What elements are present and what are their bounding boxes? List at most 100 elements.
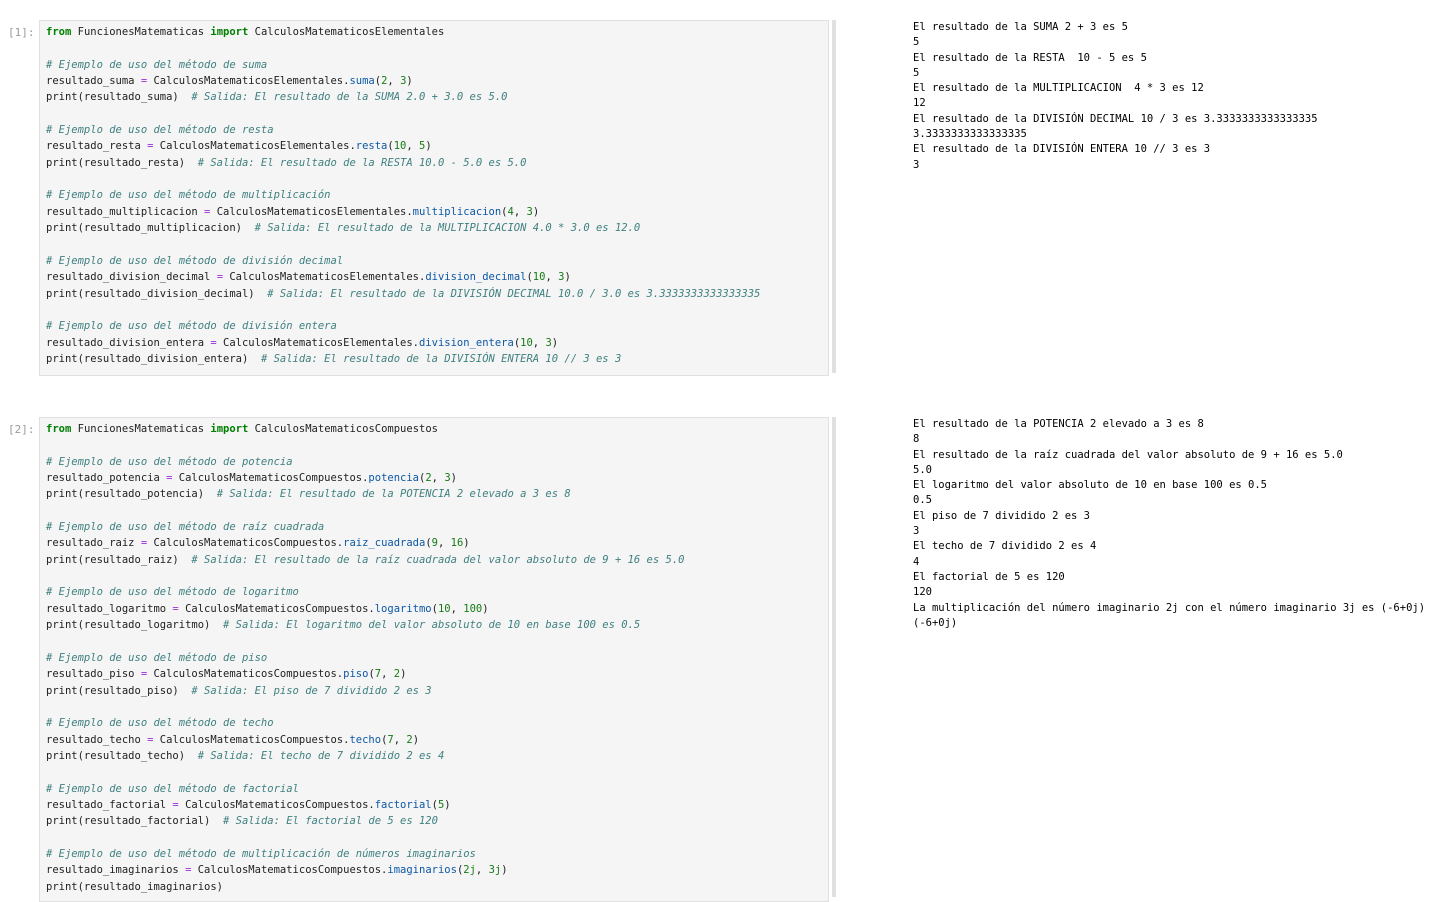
variable-name: resultado_division_entera [46, 336, 205, 349]
code-comment-line: # Ejemplo de uso del método de multiplic… [40, 187, 828, 203]
code-comment-line: # Ejemplo de uso del método de logaritmo [40, 584, 828, 600]
class-ref: CalculosMatematicosCompuestos. [197, 864, 388, 877]
print-comment: # Salida: El resultado de la SUMA 2.0 + … [178, 91, 508, 104]
code-editor[interactable]: from FuncionesMatematicas import Calculo… [39, 20, 829, 376]
arg-2: 2 [393, 668, 401, 681]
print-call: print(resultado_logaritmo) [46, 619, 211, 632]
output-line: El resultado de la DIVISIÓN DECIMAL 10 /… [913, 112, 1318, 125]
code-comment-line: # Ejemplo de uso del método de resta [40, 122, 828, 138]
output-line: 3 [913, 158, 920, 171]
code-print-line: print(resultado_piso) # Salida: El piso … [40, 683, 828, 699]
print-call: print(resultado_division_entera) [46, 352, 249, 365]
variable-name: resultado_factorial [46, 798, 167, 811]
code-comment-line: # Ejemplo de uso del método de suma [40, 57, 828, 73]
class-ref: CalculosMatematicosCompuestos. [159, 733, 350, 746]
arg-1: 2j [463, 864, 476, 877]
code-assign-line: resultado_multiplicacion = CalculosMatem… [46, 205, 540, 218]
arg-1: 7 [387, 733, 394, 746]
code-print-line: print(resultado_multiplicacion) # Salida… [40, 220, 828, 236]
code-comment-line: # Ejemplo de uso del método de raíz cuad… [40, 519, 828, 535]
print-comment: # Salida: El resultado de la DIVISIÓN EN… [248, 352, 622, 365]
arg-2: 3 [526, 205, 533, 218]
assign-operator: = [166, 602, 186, 615]
print-comment: # Salida: El resultado de la RESTA 10.0 … [185, 156, 527, 169]
arg-2: 3j [488, 864, 502, 877]
output-line: 120 [913, 586, 932, 599]
arg-2: 100 [463, 602, 483, 615]
output-line: El logaritmo del valor absoluto de 10 en… [913, 479, 1268, 492]
method-name: multiplicacion [412, 205, 502, 218]
method-name: resta [355, 140, 388, 153]
assign-operator: = [197, 205, 217, 218]
code-assign-line: resultado_imaginarios = CalculosMatemati… [46, 864, 508, 877]
method-name: imaginarios [387, 864, 457, 877]
arg-2: 3 [545, 336, 552, 349]
output-line: 4 [913, 555, 920, 568]
output-line: El resultado de la DIVISIÓN ENTERA 10 //… [913, 143, 1211, 156]
code-comment: # Ejemplo de uso del método de techo [46, 717, 274, 730]
print-call: print(resultado_suma) [46, 91, 179, 104]
class-ref: CalculosMatematicosCompuestos. [185, 602, 375, 615]
code-comment: # Ejemplo de uso del método de multiplic… [46, 189, 331, 202]
class-ref: CalculosMatematicosElementales. [229, 271, 426, 284]
arg-2: 16 [450, 537, 464, 550]
output-line: El resultado de la raíz cuadrada del val… [913, 448, 1343, 461]
print-comment: # Salida: El resultado de la raíz cuadra… [178, 553, 685, 566]
notebook-cell-1[interactable]: [1]: from FuncionesMatematicas import Ca… [0, 20, 1444, 376]
code-comment-line: # Ejemplo de uso del método de división … [40, 253, 828, 269]
variable-name: resultado_resta [46, 140, 141, 153]
class-ref: CalculosMatematicosCompuestos. [153, 668, 344, 681]
output-line: 3.3333333333333335 [913, 128, 1027, 141]
variable-name: resultado_techo [46, 733, 141, 746]
code-comment: # Ejemplo de uso del método de multiplic… [46, 847, 476, 860]
code-comment: # Ejemplo de uso del método de potencia [46, 455, 293, 468]
method-name: techo [349, 733, 382, 746]
notebook-cell-2[interactable]: [2]: from FuncionesMatematicas import Ca… [0, 417, 1444, 902]
class-ref: CalculosMatematicosElementales. [223, 336, 419, 349]
code-assign-line: resultado_logaritmo = CalculosMatematico… [46, 602, 489, 615]
print-call: print(resultado_multiplicacion) [46, 222, 242, 235]
assign-operator: = [204, 336, 224, 349]
method-name: potencia [368, 472, 419, 485]
code-print-line: print(resultado_division_decimal) # Sali… [40, 286, 828, 302]
print-call: print(resultado_potencia) [46, 488, 205, 501]
assign-operator: = [140, 140, 160, 153]
method-name: piso [343, 668, 369, 681]
print-call: print(resultado_factorial) [46, 815, 211, 828]
code-comment-line: # Ejemplo de uso del método de piso [40, 650, 828, 666]
print-call: print(resultado_resta) [46, 156, 186, 169]
class-ref: CalculosMatematicosCompuestos. [185, 798, 375, 811]
output-line: El resultado de la RESTA 10 - 5 es 5 [913, 51, 1147, 64]
output-line: 3 [913, 525, 920, 538]
arg-1: 10 [520, 336, 533, 349]
code-print-line: print(resultado_suma) # Salida: El resul… [40, 89, 828, 105]
assign-operator: = [134, 537, 154, 550]
code-assign-line: resultado_division_decimal = CalculosMat… [46, 271, 571, 284]
code-comment: # Ejemplo de uso del método de piso [46, 651, 268, 664]
code-editor[interactable]: from FuncionesMatematicas import Calculo… [39, 417, 829, 902]
variable-name: resultado_potencia [46, 472, 160, 485]
method-name: division_entera [418, 336, 514, 349]
class-name: CalculosMatematicosElementales [254, 26, 445, 38]
output-line: El factorial de 5 es 120 [913, 570, 1065, 583]
code-print-line: print(resultado_potencia) # Salida: El r… [40, 486, 828, 502]
variable-name: resultado_piso [46, 668, 135, 681]
code-print-line: print(resultado_resta) # Salida: El resu… [40, 155, 828, 171]
variable-name: resultado_division_decimal [46, 271, 211, 284]
output-line: 0.5 [913, 494, 932, 507]
code-print-line: print(resultado_factorial) # Salida: El … [40, 813, 828, 829]
cell-prompt: [2]: [8, 423, 35, 436]
module-name: FuncionesMatematicas [77, 423, 205, 435]
keyword-import: import [210, 26, 249, 38]
class-ref: CalculosMatematicosCompuestos. [153, 537, 344, 550]
cell-output: El resultado de la SUMA 2 + 3 es 5 5 El re… [913, 20, 1318, 173]
print-call: print(resultado_imaginarios) [46, 880, 224, 893]
code-comment-line: # Ejemplo de uso del método de factorial [40, 781, 828, 797]
print-comment: # Salida: El resultado de la POTENCIA 2 … [204, 488, 571, 501]
